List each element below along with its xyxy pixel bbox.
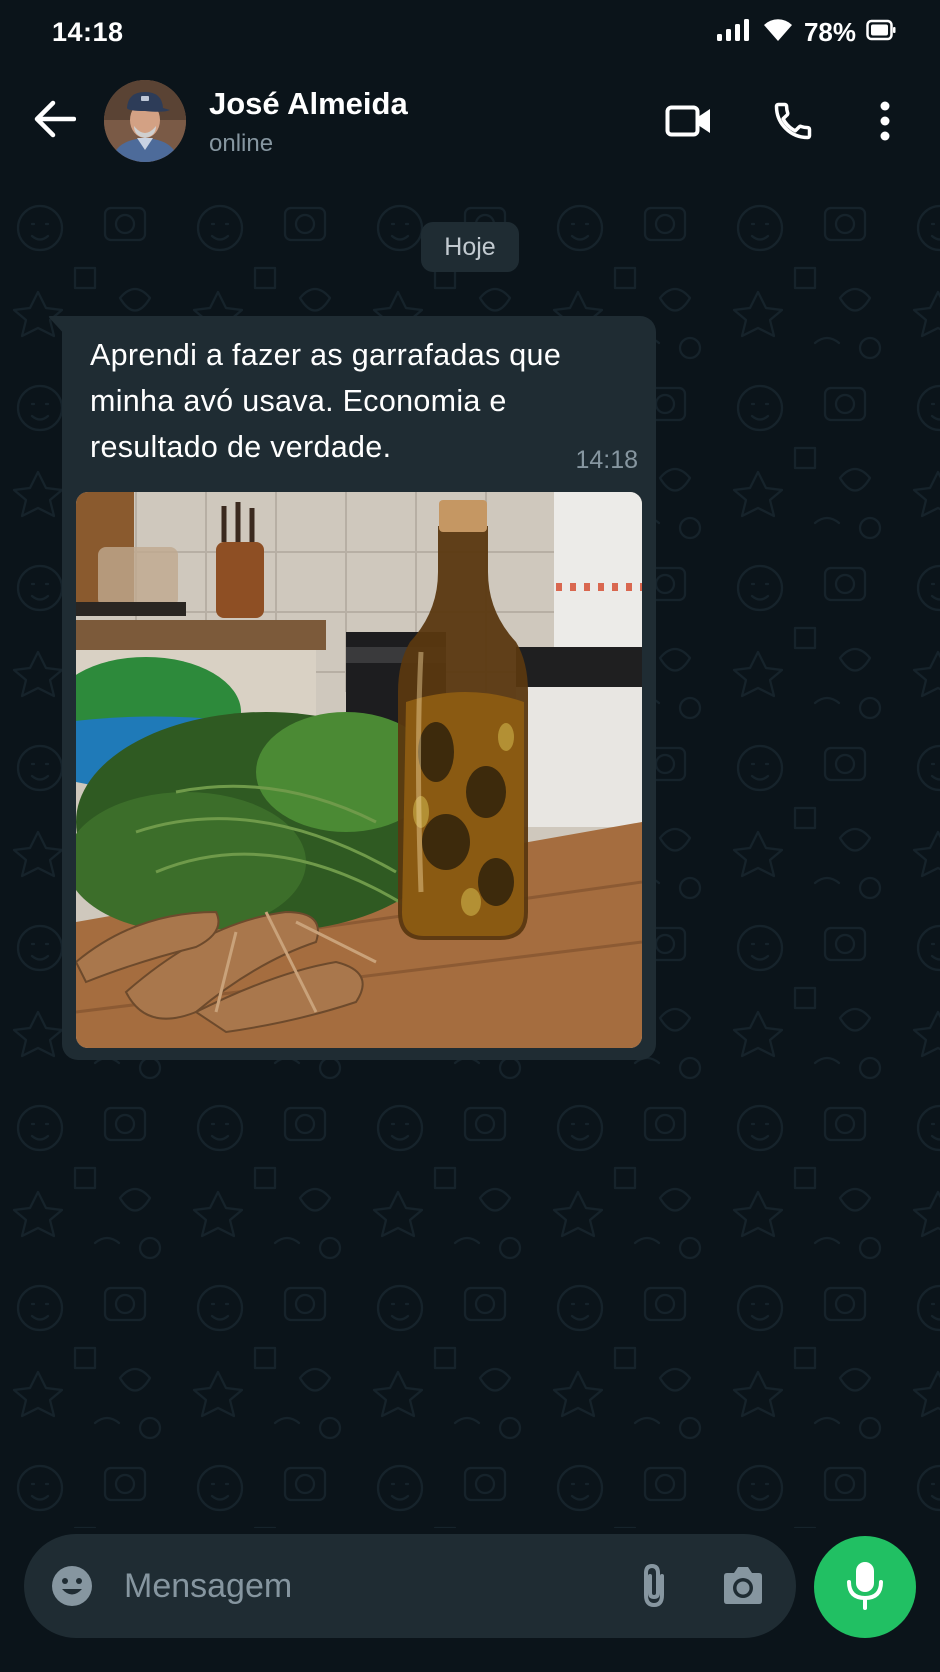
attach-icon — [634, 1563, 674, 1614]
contact-name[interactable]: José Almeida — [209, 86, 408, 122]
camera-icon — [720, 1567, 766, 1612]
phone-icon — [771, 99, 815, 148]
chat-screen: 14:18 78% José Almeida online Hoje Apren… — [0, 0, 940, 1672]
emoji-button[interactable] — [50, 1564, 94, 1608]
battery-percentage: 78% — [803, 16, 856, 47]
attach-button[interactable] — [634, 1562, 674, 1610]
status-bar: 14:18 78% — [0, 0, 940, 64]
contact-status: online — [209, 130, 274, 157]
video-call-icon — [665, 103, 713, 144]
message-photo[interactable] — [76, 492, 642, 1048]
voice-message-button[interactable] — [814, 1536, 916, 1638]
date-chip: Hoje — [421, 222, 519, 272]
voice-call-button[interactable] — [770, 98, 816, 148]
emoji-icon — [50, 1566, 94, 1612]
message-time: 14:18 — [575, 446, 638, 474]
camera-button[interactable] — [720, 1564, 766, 1608]
video-call-button[interactable] — [664, 98, 714, 148]
wifi-icon — [762, 17, 794, 48]
back-button[interactable] — [32, 98, 78, 144]
message-composer — [24, 1534, 796, 1638]
message-input[interactable] — [124, 1558, 544, 1614]
mic-icon — [846, 1560, 884, 1615]
battery-icon — [866, 18, 896, 47]
chat-header: José Almeida online — [0, 64, 940, 188]
message-text: Aprendi a fazer as garrafadas que minha … — [90, 338, 562, 464]
back-arrow-icon — [34, 100, 77, 143]
chat-area[interactable]: Hoje Aprendi a fazer as garrafadas que m… — [0, 188, 940, 1528]
incoming-message-bubble[interactable]: Aprendi a fazer as garrafadas que minha … — [48, 316, 656, 1060]
status-time: 14:18 — [52, 16, 124, 47]
status-icons: 78% — [716, 17, 896, 48]
signal-icon — [716, 18, 752, 47]
more-vert-icon — [879, 101, 891, 146]
bubble-tail — [48, 316, 66, 336]
more-options-button[interactable] — [872, 98, 898, 148]
contact-avatar[interactable] — [104, 80, 186, 162]
